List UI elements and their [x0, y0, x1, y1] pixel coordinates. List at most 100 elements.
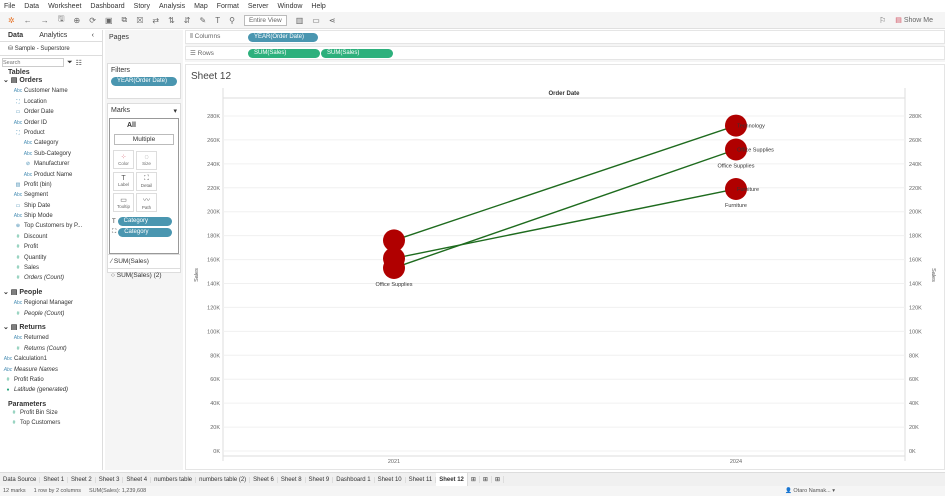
- sheet-tab[interactable]: Sheet 10: [375, 476, 406, 483]
- columns-shelf[interactable]: ⦀ Columns YEAR(Order Date): [185, 30, 945, 44]
- sort-asc-icon[interactable]: ⇅: [168, 16, 175, 25]
- sheet-tab[interactable]: Sheet 11: [406, 476, 437, 483]
- marks-pill[interactable]: Category: [117, 217, 172, 226]
- menu-server[interactable]: Server: [248, 3, 269, 10]
- expand-icon[interactable]: ⌄ ▤: [3, 77, 19, 84]
- chart[interactable]: Order Date 0K 0K 20K 20K 40K 40K 60K 60K 80K 80K 10…: [186, 65, 944, 469]
- marks-path-button[interactable]: 〰 Path: [136, 193, 157, 212]
- field-item[interactable]: Abc Order ID: [0, 118, 102, 128]
- pin-sign-icon[interactable]: ⚐: [879, 16, 886, 25]
- expand-icon[interactable]: ⌄ ▤: [3, 324, 19, 331]
- field-item[interactable]: Abc Calculation1: [0, 354, 102, 364]
- menu-analysis[interactable]: Analysis: [159, 3, 185, 10]
- sort-desc-icon[interactable]: ⇵: [184, 16, 191, 25]
- user-menu[interactable]: 👤 Otaro Namak... ▾: [785, 488, 835, 494]
- field-item[interactable]: ⛶ Location: [0, 97, 102, 107]
- field-item[interactable]: Abc Regional Manager: [0, 298, 102, 308]
- data-point[interactable]: [383, 247, 405, 270]
- sheet-tab[interactable]: Data Source: [0, 476, 41, 483]
- sheet-tab[interactable]: numbers table (2): [196, 476, 251, 483]
- back-icon[interactable]: ←: [24, 16, 32, 25]
- menu-file[interactable]: File: [4, 3, 15, 10]
- field-item[interactable]: # Sales: [0, 263, 102, 273]
- forward-icon[interactable]: →: [41, 16, 49, 25]
- field-item[interactable]: # Quantity: [0, 253, 102, 263]
- marks-layer[interactable]: ○ SUM(Sales) (2): [108, 268, 180, 282]
- row-pill[interactable]: SUM(Sales): [321, 48, 393, 58]
- field-item[interactable]: Abc Customer Name: [0, 86, 102, 96]
- column-pill[interactable]: YEAR(Order Date): [248, 32, 318, 42]
- field-item[interactable]: # Profit: [0, 242, 102, 252]
- menu-help[interactable]: Help: [311, 3, 325, 10]
- field-item[interactable]: ● Latitude (generated): [0, 385, 102, 395]
- field-item[interactable]: Abc Measure Names: [0, 365, 102, 375]
- field-item[interactable]: # Profit Ratio: [0, 375, 102, 385]
- field-item[interactable]: Abc Segment: [0, 190, 102, 200]
- tab-analytics[interactable]: Analytics: [31, 32, 75, 39]
- sheet-tab[interactable]: Sheet 8: [278, 476, 306, 483]
- sheet-tab[interactable]: Sheet 12: [436, 472, 468, 487]
- pages-shelf[interactable]: Pages: [105, 30, 183, 63]
- duplicate-icon[interactable]: ⧉: [122, 15, 128, 25]
- field-item[interactable]: # People (Count): [0, 309, 102, 319]
- menu-format[interactable]: Format: [217, 3, 239, 10]
- menu-worksheet[interactable]: Worksheet: [48, 3, 81, 10]
- field-item[interactable]: ▭ Order Date: [0, 107, 102, 117]
- swap-icon[interactable]: ⇄: [152, 16, 159, 25]
- field-item[interactable]: Abc Sub-Category: [0, 149, 102, 159]
- new-datasource-icon[interactable]: ⊕: [74, 16, 81, 25]
- search-input[interactable]: [2, 58, 64, 67]
- marks-detail-button[interactable]: ⛶ Detail: [136, 172, 157, 191]
- filter-icon[interactable]: ⏷: [67, 59, 73, 67]
- view-options-icon[interactable]: ☷: [76, 59, 82, 67]
- field-item[interactable]: ⊕ Top Customers by P...: [0, 221, 102, 231]
- table-people[interactable]: ⌄ ▤ People: [0, 288, 102, 298]
- menu-dashboard[interactable]: Dashboard: [90, 3, 124, 10]
- new-sheet-icon[interactable]: ▣: [105, 16, 113, 25]
- highlight-icon[interactable]: ✎: [200, 16, 207, 25]
- fit-select[interactable]: Entire View: [243, 14, 287, 26]
- chart-icon[interactable]: ▥: [296, 16, 304, 25]
- expand-icon[interactable]: ⌄ ▤: [3, 289, 19, 296]
- marks-menu-icon[interactable]: ▾: [173, 107, 177, 115]
- sheet-tab[interactable]: Sheet 6: [250, 476, 278, 483]
- tab-data[interactable]: Data: [0, 32, 31, 39]
- parameter-item[interactable]: # Profit Bin Size: [0, 408, 102, 418]
- pin-icon[interactable]: ⚲: [229, 16, 235, 25]
- marks-size-button[interactable]: ◌ Size: [136, 150, 157, 170]
- marks-layer[interactable]: ⁄ SUM(Sales): [108, 254, 180, 268]
- menu-map[interactable]: Map: [194, 3, 208, 10]
- field-item[interactable]: # Orders (Count): [0, 273, 102, 283]
- table-orders[interactable]: ⌄ ▤ Orders: [0, 76, 102, 86]
- refresh-icon[interactable]: ⟳: [89, 16, 96, 25]
- field-item[interactable]: Abc Category: [0, 138, 102, 148]
- series-line-office-supplies[interactable]: [393, 148, 737, 269]
- sheet-tab[interactable]: Sheet 3: [96, 476, 124, 483]
- sheet-tab[interactable]: numbers table: [151, 476, 197, 483]
- marks-tooltip-button[interactable]: ▭ Tooltip: [113, 193, 134, 212]
- table-returns[interactable]: ⌄ ▤ Returns: [0, 323, 102, 333]
- marks-pill[interactable]: Category: [118, 228, 173, 237]
- new-dashboard-icon[interactable]: ⊞: [480, 476, 492, 483]
- marks-all-tab[interactable]: All: [112, 121, 176, 130]
- menu-window[interactable]: Window: [278, 3, 303, 10]
- filter-pill[interactable]: YEAR(Order Date): [111, 77, 177, 86]
- field-item[interactable]: ⛶ Product: [0, 128, 102, 138]
- marks-label-button[interactable]: T Label: [113, 171, 134, 191]
- datasource[interactable]: ⛁ Sample - Superstore: [0, 42, 102, 56]
- labels-icon[interactable]: T: [215, 16, 220, 25]
- field-item[interactable]: # Discount: [0, 232, 102, 242]
- field-item[interactable]: ▭ Ship Date: [0, 201, 102, 211]
- sheet-tab[interactable]: Sheet 4: [123, 476, 152, 483]
- marks-color-button[interactable]: ⁘ Color: [113, 150, 134, 169]
- presentation-icon[interactable]: ▭: [312, 16, 320, 25]
- row-pill[interactable]: SUM(Sales): [248, 48, 320, 58]
- field-item[interactable]: ⊘ Manufacturer: [0, 159, 102, 169]
- new-story-icon[interactable]: ⊞: [492, 476, 504, 483]
- collapse-icon[interactable]: ‹: [84, 32, 102, 39]
- new-worksheet-icon[interactable]: ⊞: [468, 476, 480, 483]
- field-item[interactable]: Abc Product Name: [0, 170, 102, 180]
- clear-icon[interactable]: ☒: [136, 16, 143, 25]
- sheet-tab[interactable]: Sheet 2: [68, 476, 96, 483]
- sheet-tab[interactable]: Dashboard 1: [333, 476, 375, 483]
